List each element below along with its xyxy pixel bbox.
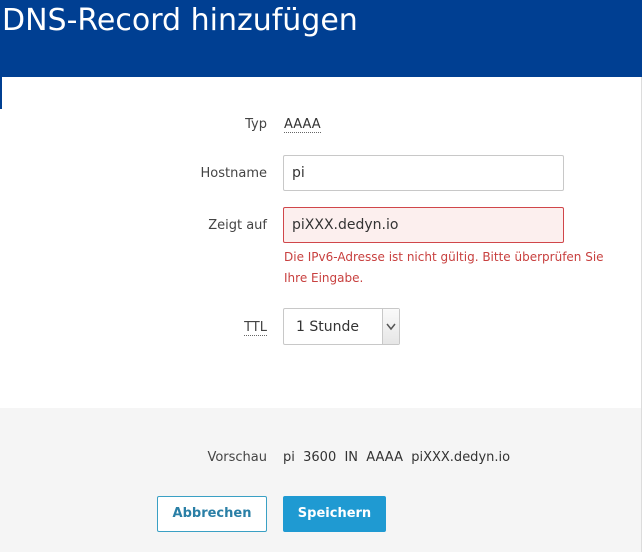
target-error-message: Die IPv6-Adresse ist nicht gültig. Bitte…: [284, 250, 604, 285]
header-edge-decoration: [0, 77, 2, 109]
ttl-label-text: TTL: [244, 320, 267, 336]
type-value: AAAA: [284, 117, 321, 133]
ttl-select[interactable]: 1 Stunde: [283, 308, 400, 345]
chevron-down-icon-svg: [386, 323, 396, 331]
hostname-label: Hostname: [200, 166, 267, 181]
preview-label: Vorschau: [207, 450, 267, 465]
preview-value: pi 3600 IN AAAA piXXX.dedyn.io: [283, 450, 511, 465]
hostname-input[interactable]: pi: [283, 155, 564, 191]
save-button[interactable]: Speichern: [283, 496, 386, 532]
type-value-text: AAAA: [284, 117, 321, 133]
dialog-header: DNS-Record hinzufügen: [0, 0, 642, 77]
chevron-down-icon[interactable]: [382, 309, 399, 344]
target-input[interactable]: piXXX.dedyn.io: [283, 207, 564, 243]
type-label: Typ: [0, 117, 267, 132]
ttl-select-value: 1 Stunde: [296, 319, 359, 335]
type-label-text: Typ: [245, 117, 267, 132]
dialog-title: DNS-Record hinzufügen: [2, 3, 358, 38]
cancel-button[interactable]: Abbrechen: [157, 496, 267, 532]
ttl-label: TTL: [0, 320, 267, 336]
target-label: Zeigt auf: [208, 218, 267, 233]
